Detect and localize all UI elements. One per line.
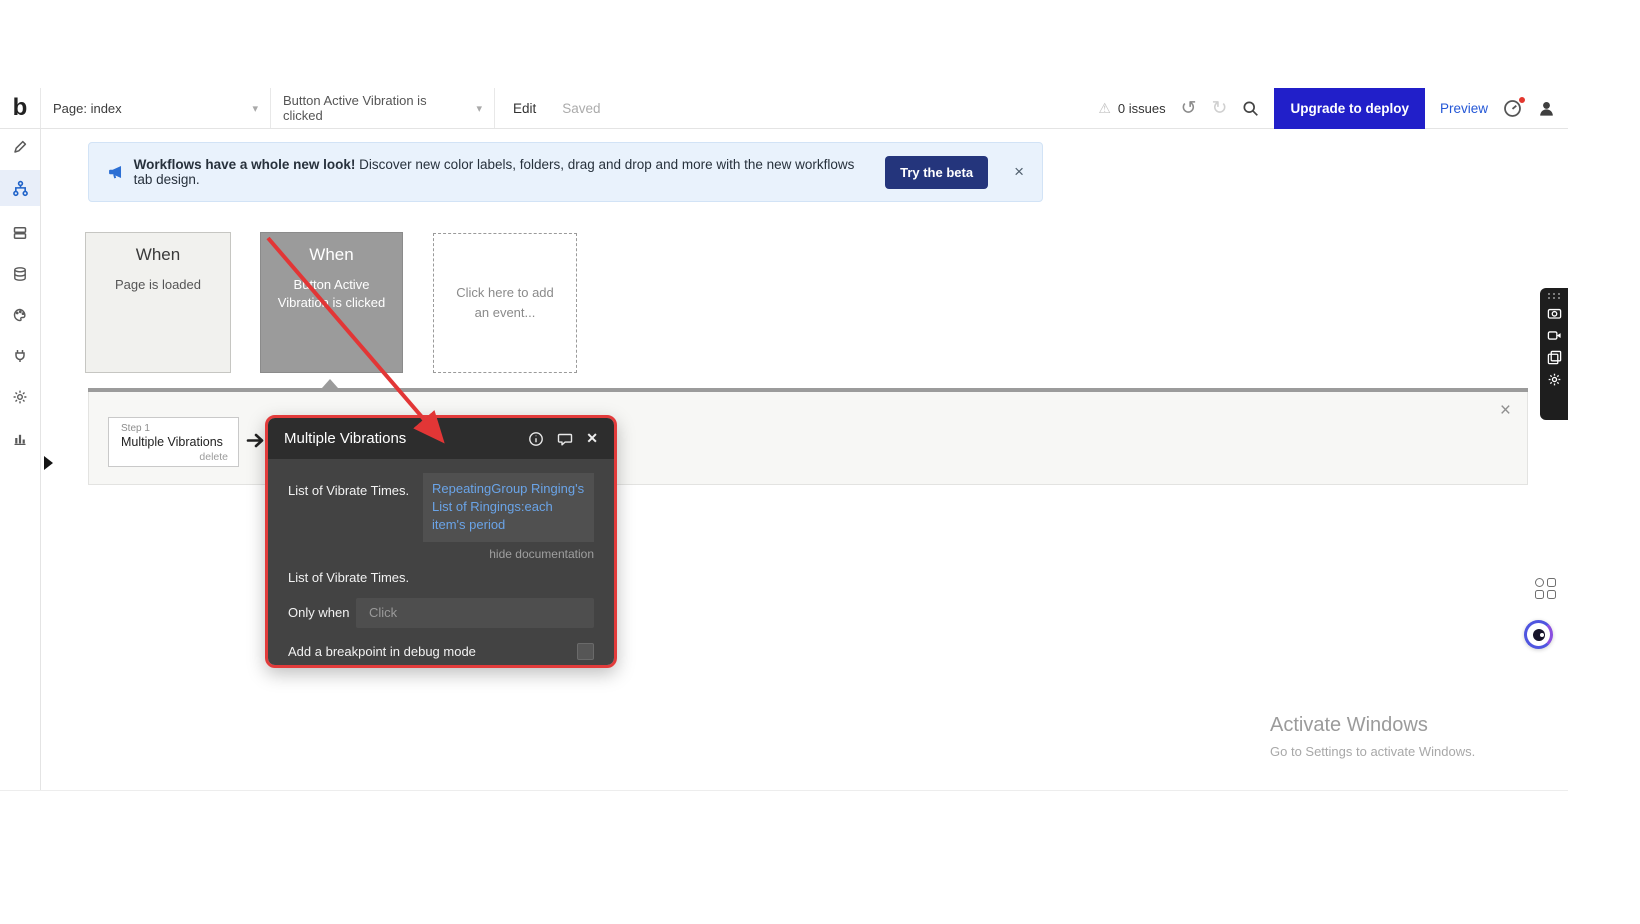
popup-header: Multiple Vibrations ✕: [268, 418, 614, 459]
app-health-gauge-icon[interactable]: [1503, 99, 1522, 118]
page-selector[interactable]: Page: index ▾: [41, 88, 271, 128]
sidebar-item-workflow[interactable]: [0, 170, 40, 206]
topbar-right: ⚠ 0 issues ↺ ↻ Upgrade to deploy Preview: [1098, 88, 1568, 128]
sidebar-item-settings[interactable]: [0, 379, 40, 415]
toolbar-gear-icon[interactable]: [1547, 372, 1562, 387]
popup-close-icon[interactable]: ✕: [586, 430, 598, 447]
plug-icon: [12, 348, 28, 364]
megaphone-icon: [107, 163, 124, 181]
step-number: Step 1: [109, 418, 238, 434]
hide-documentation-link[interactable]: hide documentation: [288, 547, 594, 561]
breakpoint-label: Add a breakpoint in debug mode: [288, 644, 476, 659]
expression-value: RepeatingGroup Ringing's List of Ringing…: [432, 481, 584, 532]
upgrade-to-deploy-button[interactable]: Upgrade to deploy: [1274, 88, 1425, 129]
step-delete-link[interactable]: delete: [199, 451, 228, 463]
event-card-title: When: [261, 245, 402, 265]
sidebar-item-plugins[interactable]: [0, 338, 40, 374]
app-bottom-edge: [0, 790, 1568, 791]
topbar: b Page: index ▾ Button Active Vibration …: [0, 88, 1568, 129]
event-card-button-clicked-selected[interactable]: When Button Active Vibration is clicked: [260, 232, 403, 373]
gear-icon: [12, 389, 28, 405]
user-avatar-icon[interactable]: [1537, 99, 1556, 118]
layers-icon: [12, 225, 28, 241]
issues-count: 0 issues: [1118, 101, 1166, 116]
page-selector-label: Page: index: [53, 101, 122, 116]
banner-headline: Workflows have a whole new look!: [134, 157, 356, 172]
chart-icon: [12, 430, 28, 446]
popup-body: List of Vibrate Times. RepeatingGroup Ri…: [268, 459, 614, 665]
event-card-subtitle: Button Active Vibration is clicked: [261, 276, 402, 311]
next-step-arrow-icon: [246, 432, 266, 454]
windows-icon[interactable]: [1547, 350, 1562, 365]
saved-status: Saved: [562, 101, 600, 116]
chevron-down-icon: ▾: [252, 102, 258, 115]
preview-link[interactable]: Preview: [1440, 101, 1488, 116]
expression-value-box[interactable]: RepeatingGroup Ringing's List of Ringing…: [423, 473, 594, 542]
breakpoint-checkbox[interactable]: [577, 643, 594, 660]
watermark-title: Activate Windows: [1270, 714, 1475, 737]
bubble-workflow-editor: b Page: index ▾ Button Active Vibration …: [0, 0, 1640, 924]
event-selector-label: Button Active Vibration is clicked: [283, 93, 468, 123]
action-properties-popup: Multiple Vibrations ✕ List of Vibrate Ti…: [265, 415, 617, 668]
assistant-chat-core: [1533, 629, 1545, 641]
undo-icon[interactable]: ↺: [1181, 97, 1197, 120]
windows-activation-watermark: Activate Windows Go to Settings to activ…: [1270, 714, 1475, 759]
sidebar-item-data[interactable]: [0, 256, 40, 292]
popup-title: Multiple Vibrations: [284, 430, 528, 447]
bubble-logo-glyph: b: [13, 96, 28, 120]
selected-event-notch: [322, 379, 338, 388]
list-of-vibrate-times-label-2: List of Vibrate Times.: [288, 570, 594, 585]
add-event-card[interactable]: Click here to add an event...: [433, 233, 577, 373]
palette-icon: [12, 307, 28, 323]
video-camera-icon[interactable]: [1547, 328, 1562, 343]
edit-mode-label[interactable]: Edit: [513, 101, 536, 116]
pencil-icon: [12, 139, 28, 155]
watermark-subtitle: Go to Settings to activate Windows.: [1270, 744, 1475, 759]
issues-indicator[interactable]: ⚠ 0 issues: [1098, 100, 1165, 117]
event-card-title: When: [86, 245, 230, 265]
assistant-chat-icon[interactable]: [1524, 620, 1553, 649]
panel-close-icon[interactable]: ×: [1500, 400, 1511, 422]
panel-collapse-handle[interactable]: [44, 456, 53, 470]
step-title: Multiple Vibrations: [109, 434, 238, 449]
camera-icon[interactable]: [1547, 306, 1562, 321]
info-icon[interactable]: [528, 431, 544, 447]
sidebar-item-styles[interactable]: [0, 297, 40, 333]
event-selector[interactable]: Button Active Vibration is clicked ▾: [271, 88, 495, 128]
notification-dot: [1518, 96, 1526, 104]
banner-close-icon[interactable]: ×: [1014, 162, 1024, 182]
only-when-input[interactable]: [356, 598, 594, 628]
only-when-label: Only when: [288, 605, 356, 620]
list-of-vibrate-times-label: List of Vibrate Times.: [288, 473, 423, 542]
mode-group: Edit Saved: [495, 88, 619, 128]
redo-icon[interactable]: ↻: [1212, 97, 1228, 120]
database-icon: [12, 266, 28, 282]
apps-grid-icon[interactable]: [1535, 578, 1557, 600]
sidebar-item-pages[interactable]: [0, 215, 40, 251]
sidebar-item-design[interactable]: [0, 129, 40, 165]
comment-icon[interactable]: [557, 431, 573, 447]
chevron-down-icon: ▾: [476, 102, 482, 115]
event-card-subtitle: Page is loaded: [86, 276, 230, 294]
warning-icon: ⚠: [1098, 100, 1111, 117]
event-card-page-loaded[interactable]: When Page is loaded: [85, 232, 231, 373]
workflows-beta-banner: Workflows have a whole new look! Discove…: [88, 142, 1043, 202]
bubble-logo[interactable]: b: [0, 88, 41, 128]
search-icon[interactable]: [1242, 100, 1259, 117]
screen-capture-toolbar: [1540, 288, 1568, 420]
left-sidebar: [0, 129, 41, 790]
add-event-placeholder: Click here to add an event...: [452, 283, 558, 323]
try-the-beta-button[interactable]: Try the beta: [885, 156, 988, 189]
sidebar-item-logs[interactable]: [0, 420, 40, 456]
drag-handle-icon[interactable]: [1548, 293, 1561, 299]
banner-text: Workflows have a whole new look! Discove…: [134, 157, 863, 187]
workflow-icon: [12, 180, 29, 197]
step-card[interactable]: Step 1 Multiple Vibrations delete: [108, 417, 239, 467]
